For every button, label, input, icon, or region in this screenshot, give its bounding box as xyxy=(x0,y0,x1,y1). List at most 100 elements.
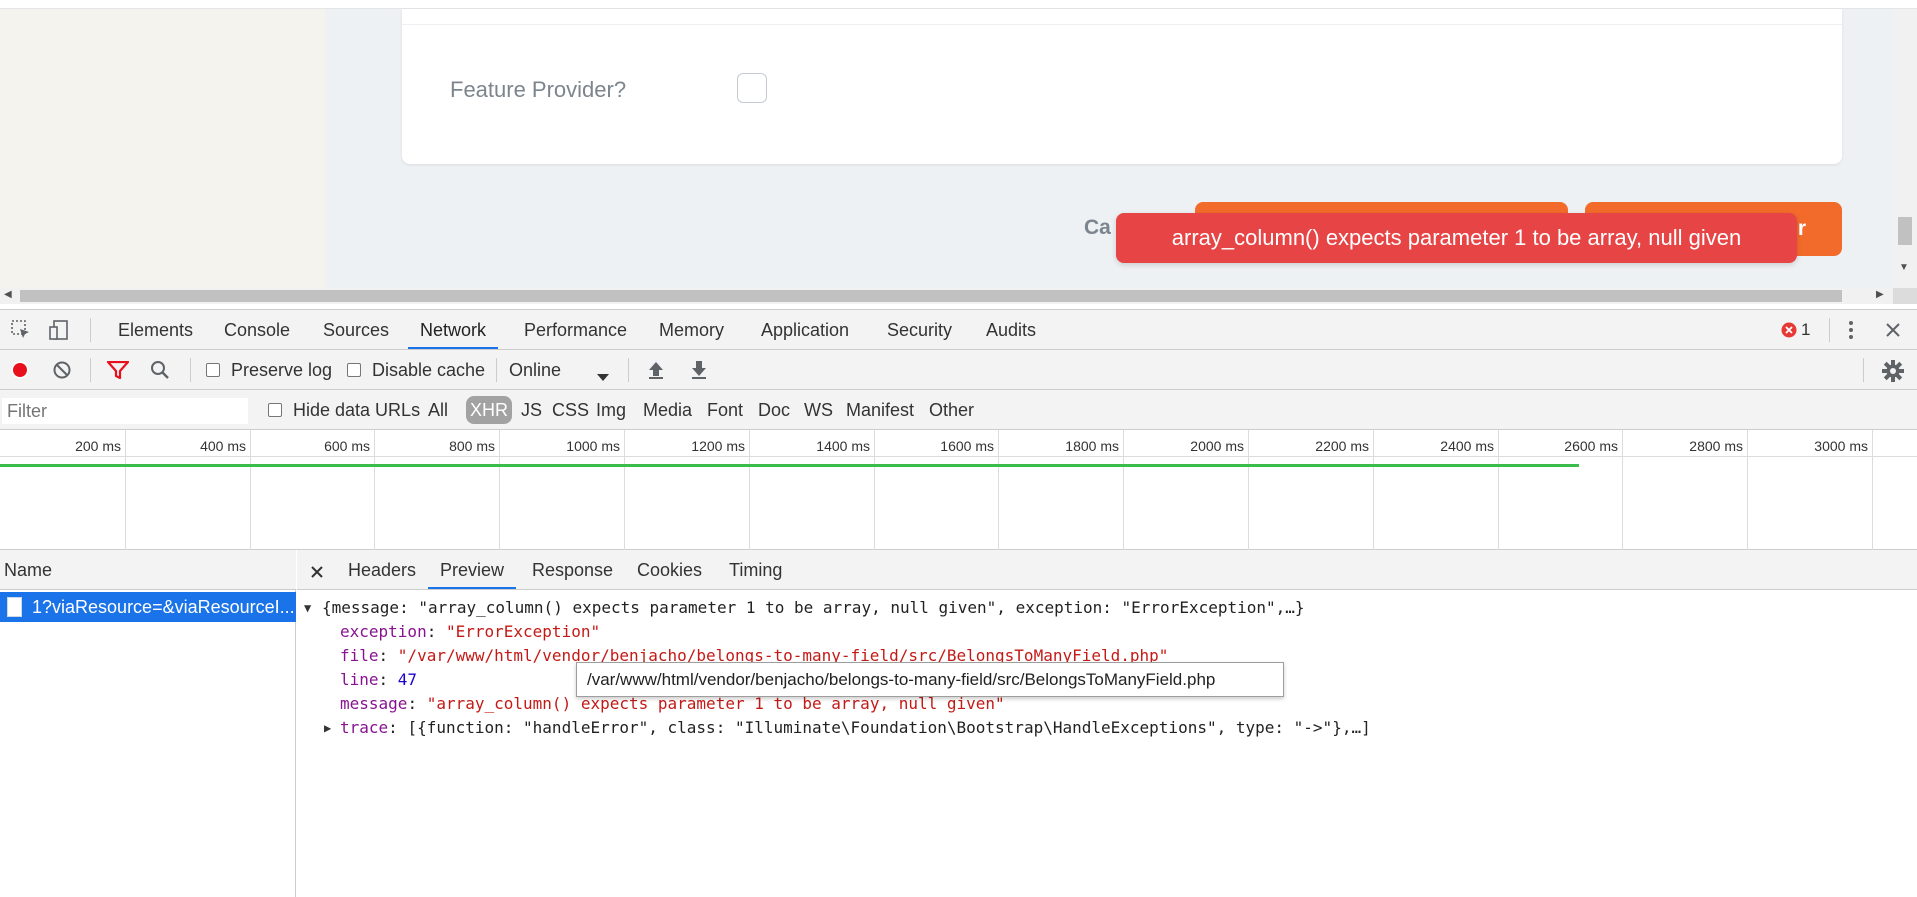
scroll-down-icon[interactable]: ▼ xyxy=(1899,262,1909,273)
dropdown-arrow-icon[interactable] xyxy=(597,366,609,381)
trace-key: trace xyxy=(340,718,389,737)
search-icon[interactable] xyxy=(150,360,170,380)
settings-gear-icon[interactable] xyxy=(1882,360,1904,382)
error-count[interactable]: 1 xyxy=(1801,310,1810,350)
request-row[interactable]: 1?viaResource=&viaResourceI... xyxy=(0,592,296,622)
close-detail-icon[interactable] xyxy=(310,563,324,578)
timeline-gridline xyxy=(749,430,750,550)
timeline-gridline xyxy=(1373,430,1374,550)
form-card: Feature Provider? xyxy=(402,9,1842,164)
throttling-select[interactable]: Online xyxy=(509,350,561,390)
timeline-tick-label: 2000 ms xyxy=(1190,438,1244,454)
exception-value: "ErrorException" xyxy=(445,622,601,641)
timeline-tick-label: 800 ms xyxy=(449,438,495,454)
import-har-icon[interactable] xyxy=(647,360,665,380)
tab-headers[interactable]: Headers xyxy=(348,550,416,589)
preview-line-line[interactable]: line: 47 xyxy=(340,668,417,692)
timeline-tick-label: 1200 ms xyxy=(691,438,745,454)
expand-triangle-icon[interactable]: ▼ xyxy=(304,596,311,620)
tab-memory[interactable]: Memory xyxy=(659,310,724,349)
filter-js[interactable]: JS xyxy=(521,390,542,430)
tab-audits[interactable]: Audits xyxy=(986,310,1036,349)
devtools-panel: Elements Console Sources Network Perform… xyxy=(0,309,1917,897)
filter-doc[interactable]: Doc xyxy=(758,390,790,430)
error-toast[interactable]: array_column() expects parameter 1 to be… xyxy=(1116,213,1797,263)
line-value: 47 xyxy=(397,670,418,689)
preview-trace-line[interactable]: trace: [{function: "handleError", class:… xyxy=(340,716,1371,740)
export-har-icon[interactable] xyxy=(690,360,708,380)
inspect-element-icon[interactable] xyxy=(10,319,32,341)
device-toolbar-icon[interactable] xyxy=(48,319,70,341)
preserve-log-checkbox[interactable] xyxy=(206,363,220,377)
timeline-overview[interactable]: 200 ms 400 ms 600 ms 800 ms 1000 ms 1200 ms 14… xyxy=(0,430,1917,550)
filter-img[interactable]: Img xyxy=(596,390,626,430)
filter-media[interactable]: Media xyxy=(643,390,692,430)
tab-console[interactable]: Console xyxy=(224,310,290,349)
horizontal-scrollbar-thumb[interactable] xyxy=(20,290,1842,302)
tab-separator xyxy=(90,318,91,342)
tab-network[interactable]: Network xyxy=(408,310,499,349)
tab-cookies[interactable]: Cookies xyxy=(637,550,702,589)
timeline-gridline xyxy=(1498,430,1499,550)
timeline-tick-label: 200 ms xyxy=(75,438,121,454)
tab-sources[interactable]: Sources xyxy=(323,310,389,349)
tab-preview[interactable]: Preview xyxy=(428,550,517,589)
timeline-tick-label: 2800 ms xyxy=(1689,438,1743,454)
horizontal-scrollbar[interactable]: ◀ ▶ xyxy=(0,288,1893,304)
filter-input[interactable] xyxy=(2,398,248,424)
page-viewport: Feature Provider? Ca r array_column() ex… xyxy=(0,0,1917,288)
filter-all[interactable]: All xyxy=(428,390,448,430)
timeline-gridline xyxy=(1747,430,1748,550)
timeline-tick-label: 2600 ms xyxy=(1564,438,1618,454)
record-icon[interactable] xyxy=(11,361,29,379)
timeline-tick-label: 2200 ms xyxy=(1315,438,1369,454)
tab-application[interactable]: Application xyxy=(761,310,849,349)
name-column-header[interactable]: Name xyxy=(0,550,296,590)
close-devtools-icon[interactable] xyxy=(1884,321,1902,339)
scrollbar-corner xyxy=(1893,288,1917,304)
vertical-scrollbar[interactable]: ▼ xyxy=(1893,9,1917,288)
clear-icon[interactable] xyxy=(53,361,71,379)
sidebar xyxy=(0,9,326,288)
network-lower-pane: Name 1?viaResource=&viaResourceI... Head… xyxy=(0,550,1917,897)
network-toolbar: Preserve log Disable cache Online xyxy=(0,350,1917,390)
more-options-icon[interactable] xyxy=(1845,320,1857,340)
toolbar-separator xyxy=(90,358,91,382)
exception-key: exception xyxy=(340,622,427,641)
tab-performance[interactable]: Performance xyxy=(524,310,627,349)
timeline-gridline xyxy=(499,430,500,550)
error-icon[interactable] xyxy=(1781,322,1797,338)
filter-font[interactable]: Font xyxy=(707,390,743,430)
disable-cache-checkbox[interactable] xyxy=(347,363,361,377)
timeline-tick-label: 1600 ms xyxy=(940,438,994,454)
timeline-gridline xyxy=(374,430,375,550)
collapse-triangle-icon[interactable]: ▶ xyxy=(324,716,331,740)
tab-response[interactable]: Response xyxy=(532,550,613,589)
tab-elements[interactable]: Elements xyxy=(118,310,193,349)
hide-data-urls-checkbox[interactable] xyxy=(268,403,282,417)
hide-data-urls-label[interactable]: Hide data URLs xyxy=(293,390,420,430)
preview-exception-line[interactable]: exception: "ErrorException" xyxy=(340,620,600,644)
preview-summary[interactable]: {message: "array_column() expects parame… xyxy=(322,596,1305,620)
filter-manifest[interactable]: Manifest xyxy=(846,390,914,430)
feature-provider-checkbox[interactable] xyxy=(737,73,767,103)
disable-cache-label[interactable]: Disable cache xyxy=(372,350,485,390)
scroll-right-icon[interactable]: ▶ xyxy=(1876,289,1884,300)
tab-security[interactable]: Security xyxy=(887,310,952,349)
vertical-scrollbar-thumb[interactable] xyxy=(1898,217,1912,245)
filter-xhr[interactable]: XHR xyxy=(466,396,513,424)
filter-ws[interactable]: WS xyxy=(804,390,833,430)
filter-icon[interactable] xyxy=(106,360,130,380)
timeline-gridline xyxy=(1123,430,1124,550)
preserve-log-label[interactable]: Preserve log xyxy=(231,350,332,390)
file-key: file xyxy=(340,646,379,665)
filter-other[interactable]: Other xyxy=(929,390,974,430)
toolbar-separator xyxy=(628,358,629,382)
line-key: line xyxy=(340,670,379,689)
timeline-tick-label: 1000 ms xyxy=(566,438,620,454)
cancel-link[interactable]: Ca xyxy=(1084,216,1114,240)
filter-css[interactable]: CSS xyxy=(552,390,589,430)
scroll-left-icon[interactable]: ◀ xyxy=(4,289,12,300)
timeline-tick-label: 3000 ms xyxy=(1814,438,1868,454)
tab-timing[interactable]: Timing xyxy=(729,550,782,589)
